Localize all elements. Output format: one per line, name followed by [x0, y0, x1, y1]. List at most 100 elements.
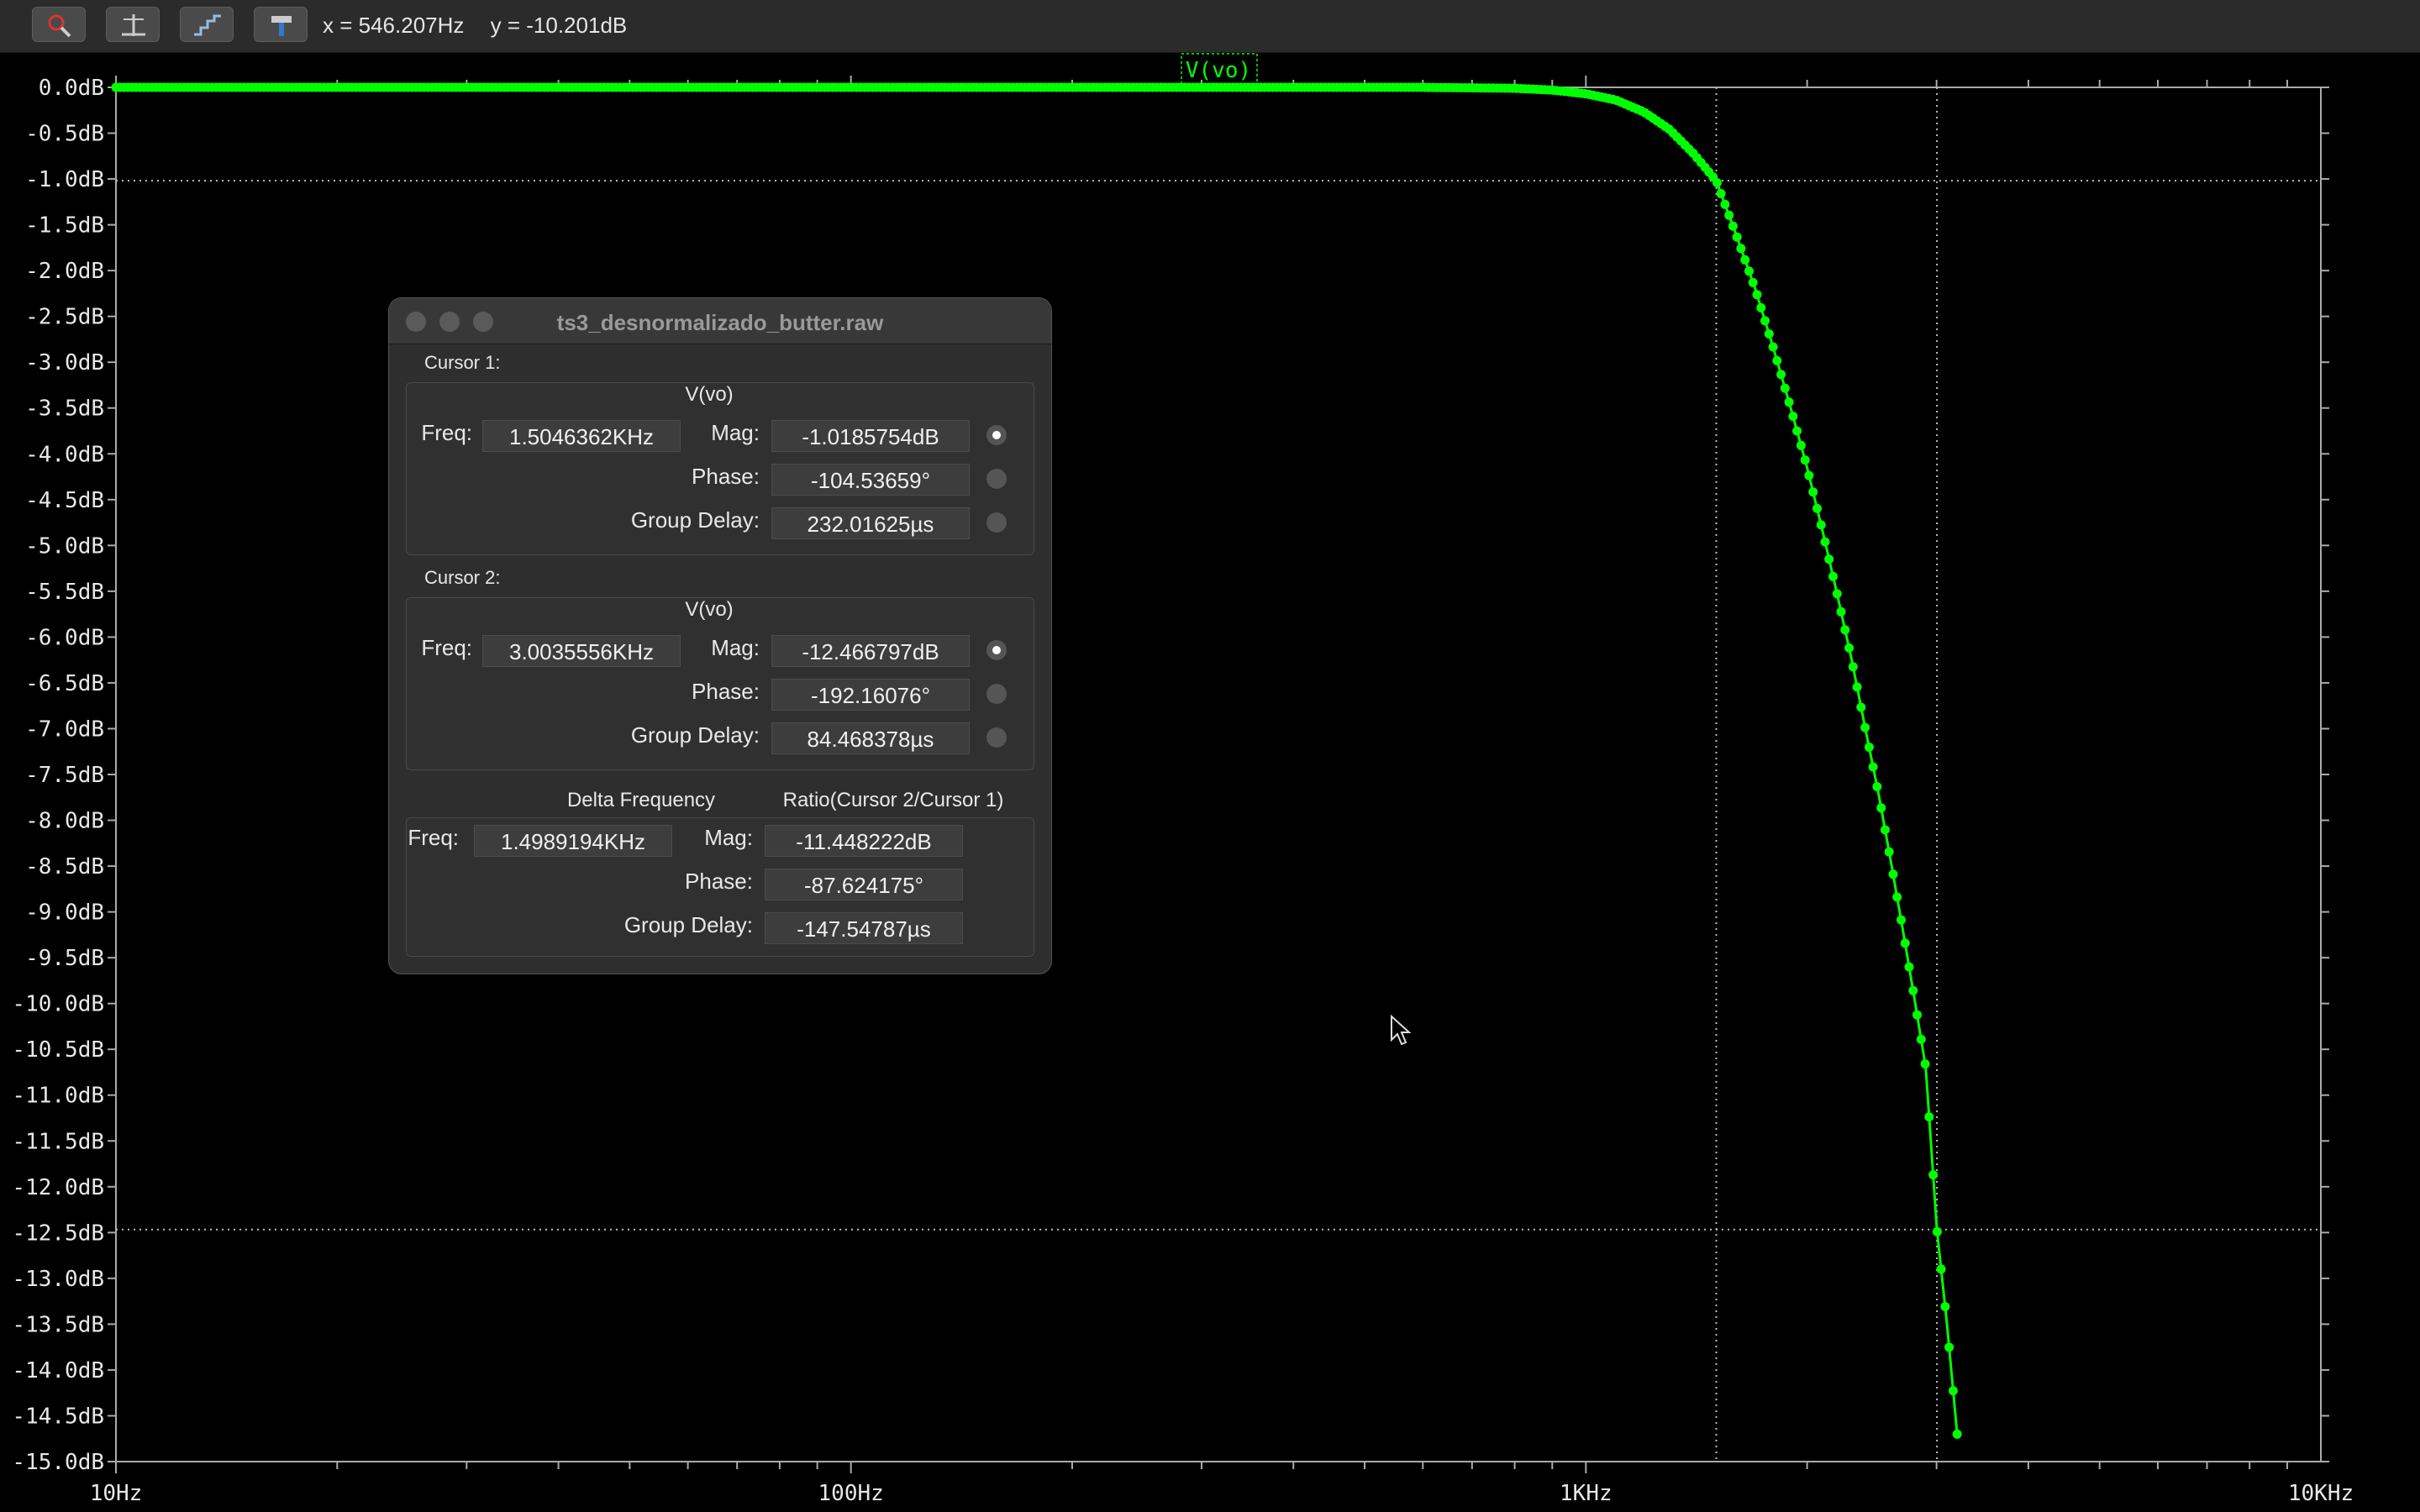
trace-point: [1748, 277, 1758, 287]
cursor2-mag-field: -12.466797dB: [771, 635, 970, 667]
y-axis: 0.0dB -0.5dB -1.0dB -1.5dB -2.0dB -2.5dB -3.0d…: [12, 76, 2329, 1475]
cursor2-label: Cursor 2:: [424, 567, 501, 588]
cursor2-phase-label: Phase:: [692, 679, 760, 704]
hammer-button[interactable]: [254, 7, 308, 42]
trace-point: [1872, 782, 1882, 791]
cursor1-phase-field: -104.53659°: [771, 464, 970, 496]
cursor-axis-button[interactable]: [106, 7, 160, 42]
trace-point: [1897, 915, 1906, 925]
window-title: ts3_desnormalizado_butter.raw: [556, 310, 884, 335]
trace-point: [1824, 554, 1834, 564]
trace-point: [1892, 892, 1902, 902]
trace-point: [1904, 962, 1914, 972]
step-button[interactable]: [180, 7, 234, 42]
y-readout: y = -10.201dB: [490, 13, 628, 38]
y-tick-label: -0.5dB: [25, 122, 104, 147]
cursor1-freq-field[interactable]: 1.5046362KHz: [482, 420, 681, 452]
cursor1-gd-field: 232.01625µs: [771, 507, 970, 539]
delta-frequency-header: Delta Frequency: [566, 789, 716, 811]
mouse-pointer-icon: [1391, 1015, 1412, 1046]
cursor2-gd-radio[interactable]: [986, 727, 1007, 748]
y-tick-label: -2.5dB: [25, 305, 104, 330]
trace-point: [1952, 1429, 1962, 1439]
trace-point: [1804, 470, 1814, 480]
trace-point: [1776, 370, 1786, 380]
trace-point: [1752, 290, 1762, 300]
trace-point: [1856, 702, 1866, 712]
trace-point: [1732, 232, 1742, 242]
cursor1-gd-label: Group Delay:: [630, 507, 760, 533]
y-tick-label: -13.0dB: [12, 1267, 104, 1292]
trace-point: [1820, 537, 1830, 547]
cursor2-gd-field: 84.468378µs: [771, 722, 970, 754]
cursor2-gd-label: Group Delay:: [630, 722, 760, 748]
cursor1-phase-radio[interactable]: [986, 469, 1007, 489]
cursor1-mag-label: Mag:: [711, 420, 760, 445]
cursor2-mag-radio[interactable]: [986, 640, 1007, 660]
trace-point: [1908, 985, 1918, 995]
trace-point: [1848, 662, 1858, 672]
y-tick-label: -5.0dB: [25, 533, 104, 559]
delta-freq-field: 1.4989194KHz: [474, 825, 672, 857]
y-tick-label: -14.5dB: [12, 1404, 104, 1429]
trace-point: [1760, 316, 1770, 326]
ratio-mag-field: -11.448222dB: [765, 825, 963, 857]
trace-point: [1724, 210, 1734, 220]
cursor1-mag-radio[interactable]: [986, 425, 1007, 445]
trace-point: [1816, 520, 1826, 530]
y-tick-label: -6.5dB: [25, 671, 104, 696]
trace-point: [1948, 1386, 1958, 1396]
trace-point: [1832, 589, 1842, 599]
x-tick-label: 10KHz: [2288, 1481, 2354, 1506]
cursor1-phase-label: Phase:: [692, 464, 760, 489]
delta-group: Freq: 1.4989194KHz Mag: -11.448222dB Pha…: [406, 817, 1034, 957]
trace-point: [1940, 1302, 1950, 1311]
trace-point: [1808, 487, 1818, 497]
y-tick-label: -4.0dB: [25, 442, 104, 467]
cursor-axis-icon: [122, 14, 145, 36]
trace-point: [1928, 1170, 1939, 1180]
cursor1-mag-field: -1.0185754dB: [771, 420, 970, 452]
ratio-phase-field: -87.624175°: [765, 869, 963, 900]
cursor2-freq-field[interactable]: 3.0035556KHz: [482, 635, 681, 667]
plot-area[interactable]: 0.0dB -0.5dB -1.0dB -1.5dB -2.0dB -2.5dB -3.0d…: [0, 52, 2420, 1512]
hammer-icon: [271, 16, 292, 36]
delta-freq-label: Freq:: [408, 825, 459, 850]
cursor2-phase-radio[interactable]: [986, 684, 1007, 704]
trace-point: [1944, 1342, 1954, 1352]
trace-point: [1716, 189, 1726, 198]
cursor1-gd-radio[interactable]: [986, 512, 1007, 533]
ratio-header: Ratio(Cursor 2/Cursor 1): [782, 789, 1004, 811]
trace-point: [1812, 503, 1822, 513]
trace-point: [1844, 643, 1854, 653]
cursor2-freq-label: Freq:: [421, 635, 472, 660]
cursor1-freq-label: Freq:: [421, 420, 472, 445]
y-tick-label: -13.5dB: [12, 1312, 104, 1337]
trace-point: [1796, 440, 1806, 450]
y-tick-label: -15.0dB: [12, 1450, 104, 1475]
autorange-button[interactable]: [32, 7, 86, 42]
cursor2-phase-field: -192.16076°: [771, 679, 970, 711]
trace-point: [1772, 355, 1782, 365]
autorange-icon: [48, 14, 71, 38]
y-tick-label: -8.0dB: [25, 809, 104, 834]
y-tick-label: -1.5dB: [25, 213, 104, 239]
trace-label[interactable]: V(vo): [1181, 53, 1258, 85]
trace-point: [1768, 342, 1778, 352]
x-tick-label: 100Hz: [818, 1481, 884, 1506]
step-icon: [194, 14, 221, 36]
trace-point: [1756, 302, 1766, 312]
cursor1-label: Cursor 1:: [424, 352, 501, 373]
cursor-window[interactable]: ts3_desnormalizado_butter.raw Cursor 1: …: [388, 297, 1052, 974]
y-tick-label: -11.0dB: [12, 1084, 104, 1109]
trace-point: [1828, 571, 1838, 581]
window-titlebar[interactable]: ts3_desnormalizado_butter.raw: [389, 298, 1051, 344]
trace-point: [1884, 847, 1894, 857]
y-tick-label: 0.0dB: [39, 76, 104, 101]
trace-point: [1936, 1264, 1946, 1274]
toolbar: x = 546.207Hz y = -10.201dB: [0, 0, 2420, 53]
trace-point: [1736, 244, 1746, 254]
y-tick-label: -7.0dB: [25, 717, 104, 742]
cursor2-trace: V(vo): [685, 598, 734, 621]
trace-point: [1888, 869, 1898, 879]
